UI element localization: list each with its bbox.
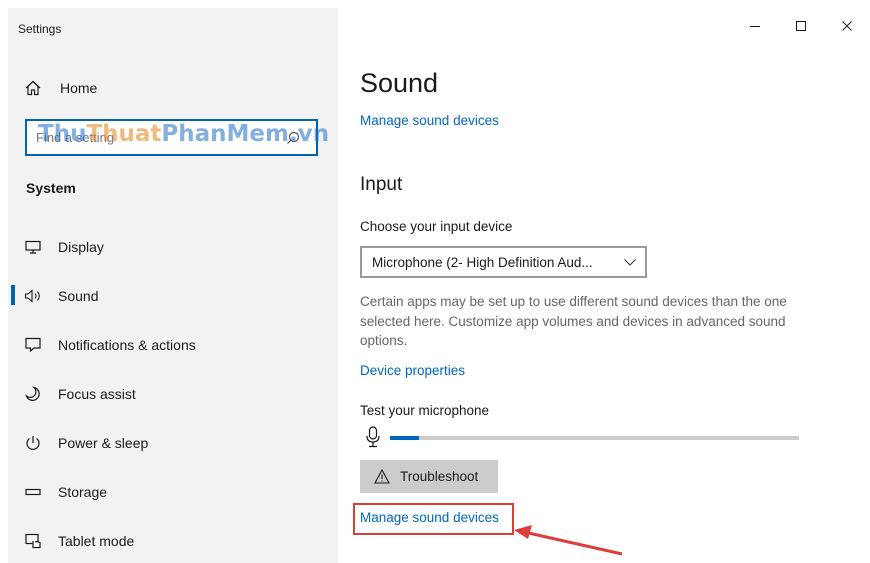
moon-icon <box>24 385 42 403</box>
minimize-button[interactable] <box>732 12 778 40</box>
app-title: Settings <box>18 22 62 36</box>
minimize-icon <box>750 26 760 27</box>
close-icon <box>842 21 852 31</box>
display-icon <box>24 238 42 256</box>
active-indicator <box>11 285 15 305</box>
home-icon <box>25 80 41 96</box>
input-device-dropdown[interactable]: Microphone (2- High Definition Aud... <box>360 246 647 278</box>
sidebar-item-sound[interactable]: Sound <box>8 271 338 320</box>
sidebar-item-label: Focus assist <box>58 385 136 402</box>
search-box[interactable] <box>25 119 318 156</box>
manage-sound-devices-link-top[interactable]: Manage sound devices <box>360 113 499 128</box>
page-title: Sound <box>360 68 439 98</box>
window-controls <box>732 12 870 40</box>
chevron-down-icon <box>624 259 636 266</box>
home-label: Home <box>60 80 98 96</box>
search-icon[interactable] <box>286 131 300 145</box>
test-microphone-label: Test your microphone <box>360 403 490 418</box>
input-device-label: Choose your input device <box>360 219 513 234</box>
input-device-value: Microphone (2- High Definition Aud... <box>372 254 593 270</box>
sidebar-item-label: Notifications & actions <box>58 336 196 353</box>
microphone-icon <box>366 426 380 448</box>
sidebar-item-focus-assist[interactable]: Focus assist <box>8 369 338 418</box>
input-description: Certain apps may be set up to use differ… <box>360 294 787 348</box>
maximize-icon <box>796 21 806 31</box>
section-title-system: System <box>26 180 76 196</box>
sidebar-item-notifications[interactable]: Notifications & actions <box>8 320 338 369</box>
annotation-arrow <box>514 525 623 556</box>
maximize-button[interactable] <box>778 12 824 40</box>
sidebar-item-label: Storage <box>58 483 108 500</box>
section-title-input: Input <box>360 174 403 195</box>
sidebar-item-power-sleep[interactable]: Power & sleep <box>8 418 338 467</box>
speaker-icon <box>24 287 42 305</box>
main-content: Sound Manage sound devices Input Choose … <box>338 0 870 563</box>
storage-icon <box>24 483 42 501</box>
sidebar-item-label: Sound <box>58 287 99 304</box>
notification-icon <box>24 336 42 354</box>
troubleshoot-button[interactable]: Troubleshoot <box>360 460 498 493</box>
settings-window: Settings Home ThuThuatPhanMem.vn System … <box>0 0 870 563</box>
search-input[interactable] <box>27 130 282 145</box>
sidebar-item-display[interactable]: Display <box>8 222 338 271</box>
close-button[interactable] <box>824 12 870 40</box>
warning-icon <box>374 469 390 484</box>
power-icon <box>24 434 42 452</box>
device-properties-link[interactable]: Device properties <box>360 363 465 378</box>
microphone-level-meter <box>390 436 799 440</box>
microphone-level-fill <box>390 436 419 440</box>
manage-sound-devices-link[interactable]: Manage sound devices <box>360 510 499 525</box>
tablet-mode-icon <box>24 532 42 550</box>
sidebar-nav: Display Sound Notifications & actions Fo… <box>8 222 338 563</box>
sidebar-item-label: Tablet mode <box>58 532 135 549</box>
troubleshoot-label: Troubleshoot <box>400 469 479 484</box>
sidebar-item-label: Power & sleep <box>58 434 149 451</box>
sidebar-item-storage[interactable]: Storage <box>8 467 338 516</box>
sidebar-item-home[interactable]: Home <box>8 70 338 106</box>
sidebar: Settings Home ThuThuatPhanMem.vn System … <box>8 8 338 563</box>
sidebar-item-tablet-mode[interactable]: Tablet mode <box>8 516 338 563</box>
sidebar-item-label: Display <box>58 238 104 255</box>
